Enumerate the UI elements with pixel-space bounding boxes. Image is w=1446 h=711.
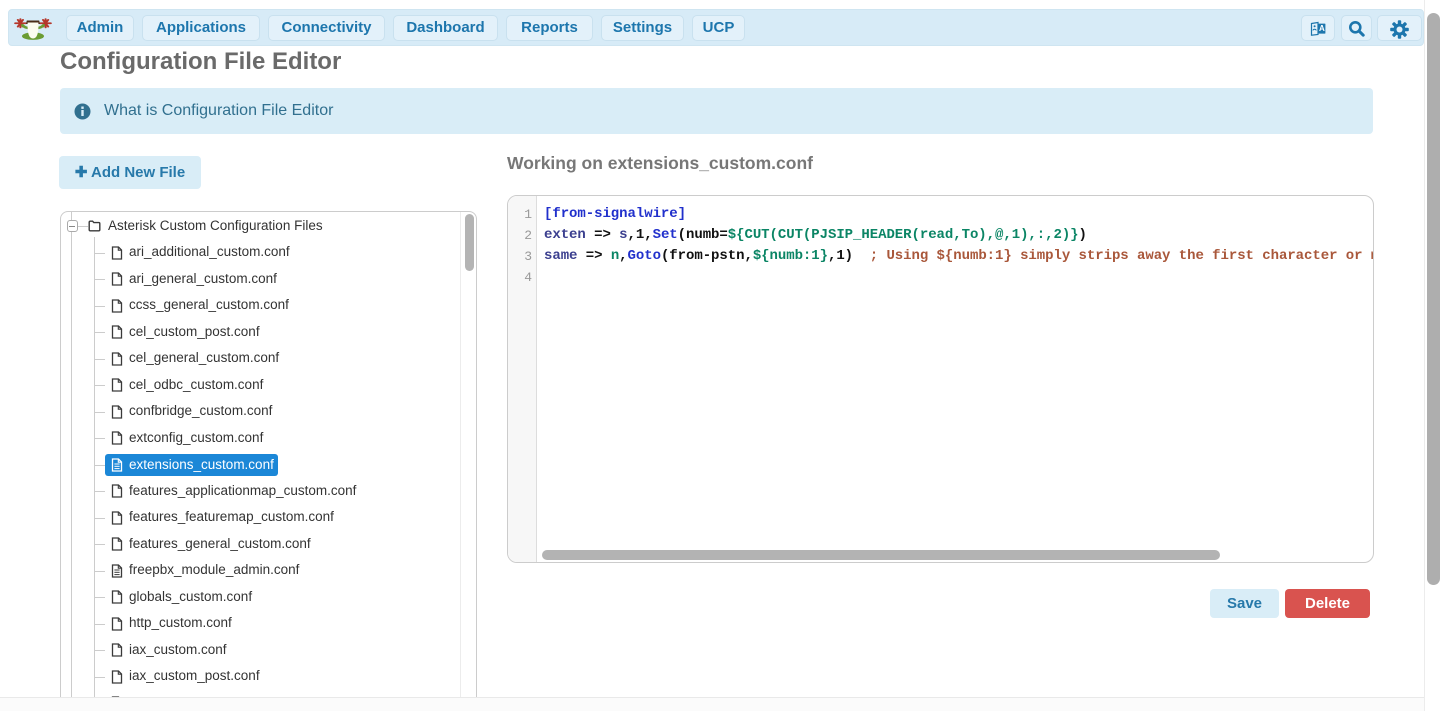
svg-text:A: A — [1319, 24, 1325, 33]
